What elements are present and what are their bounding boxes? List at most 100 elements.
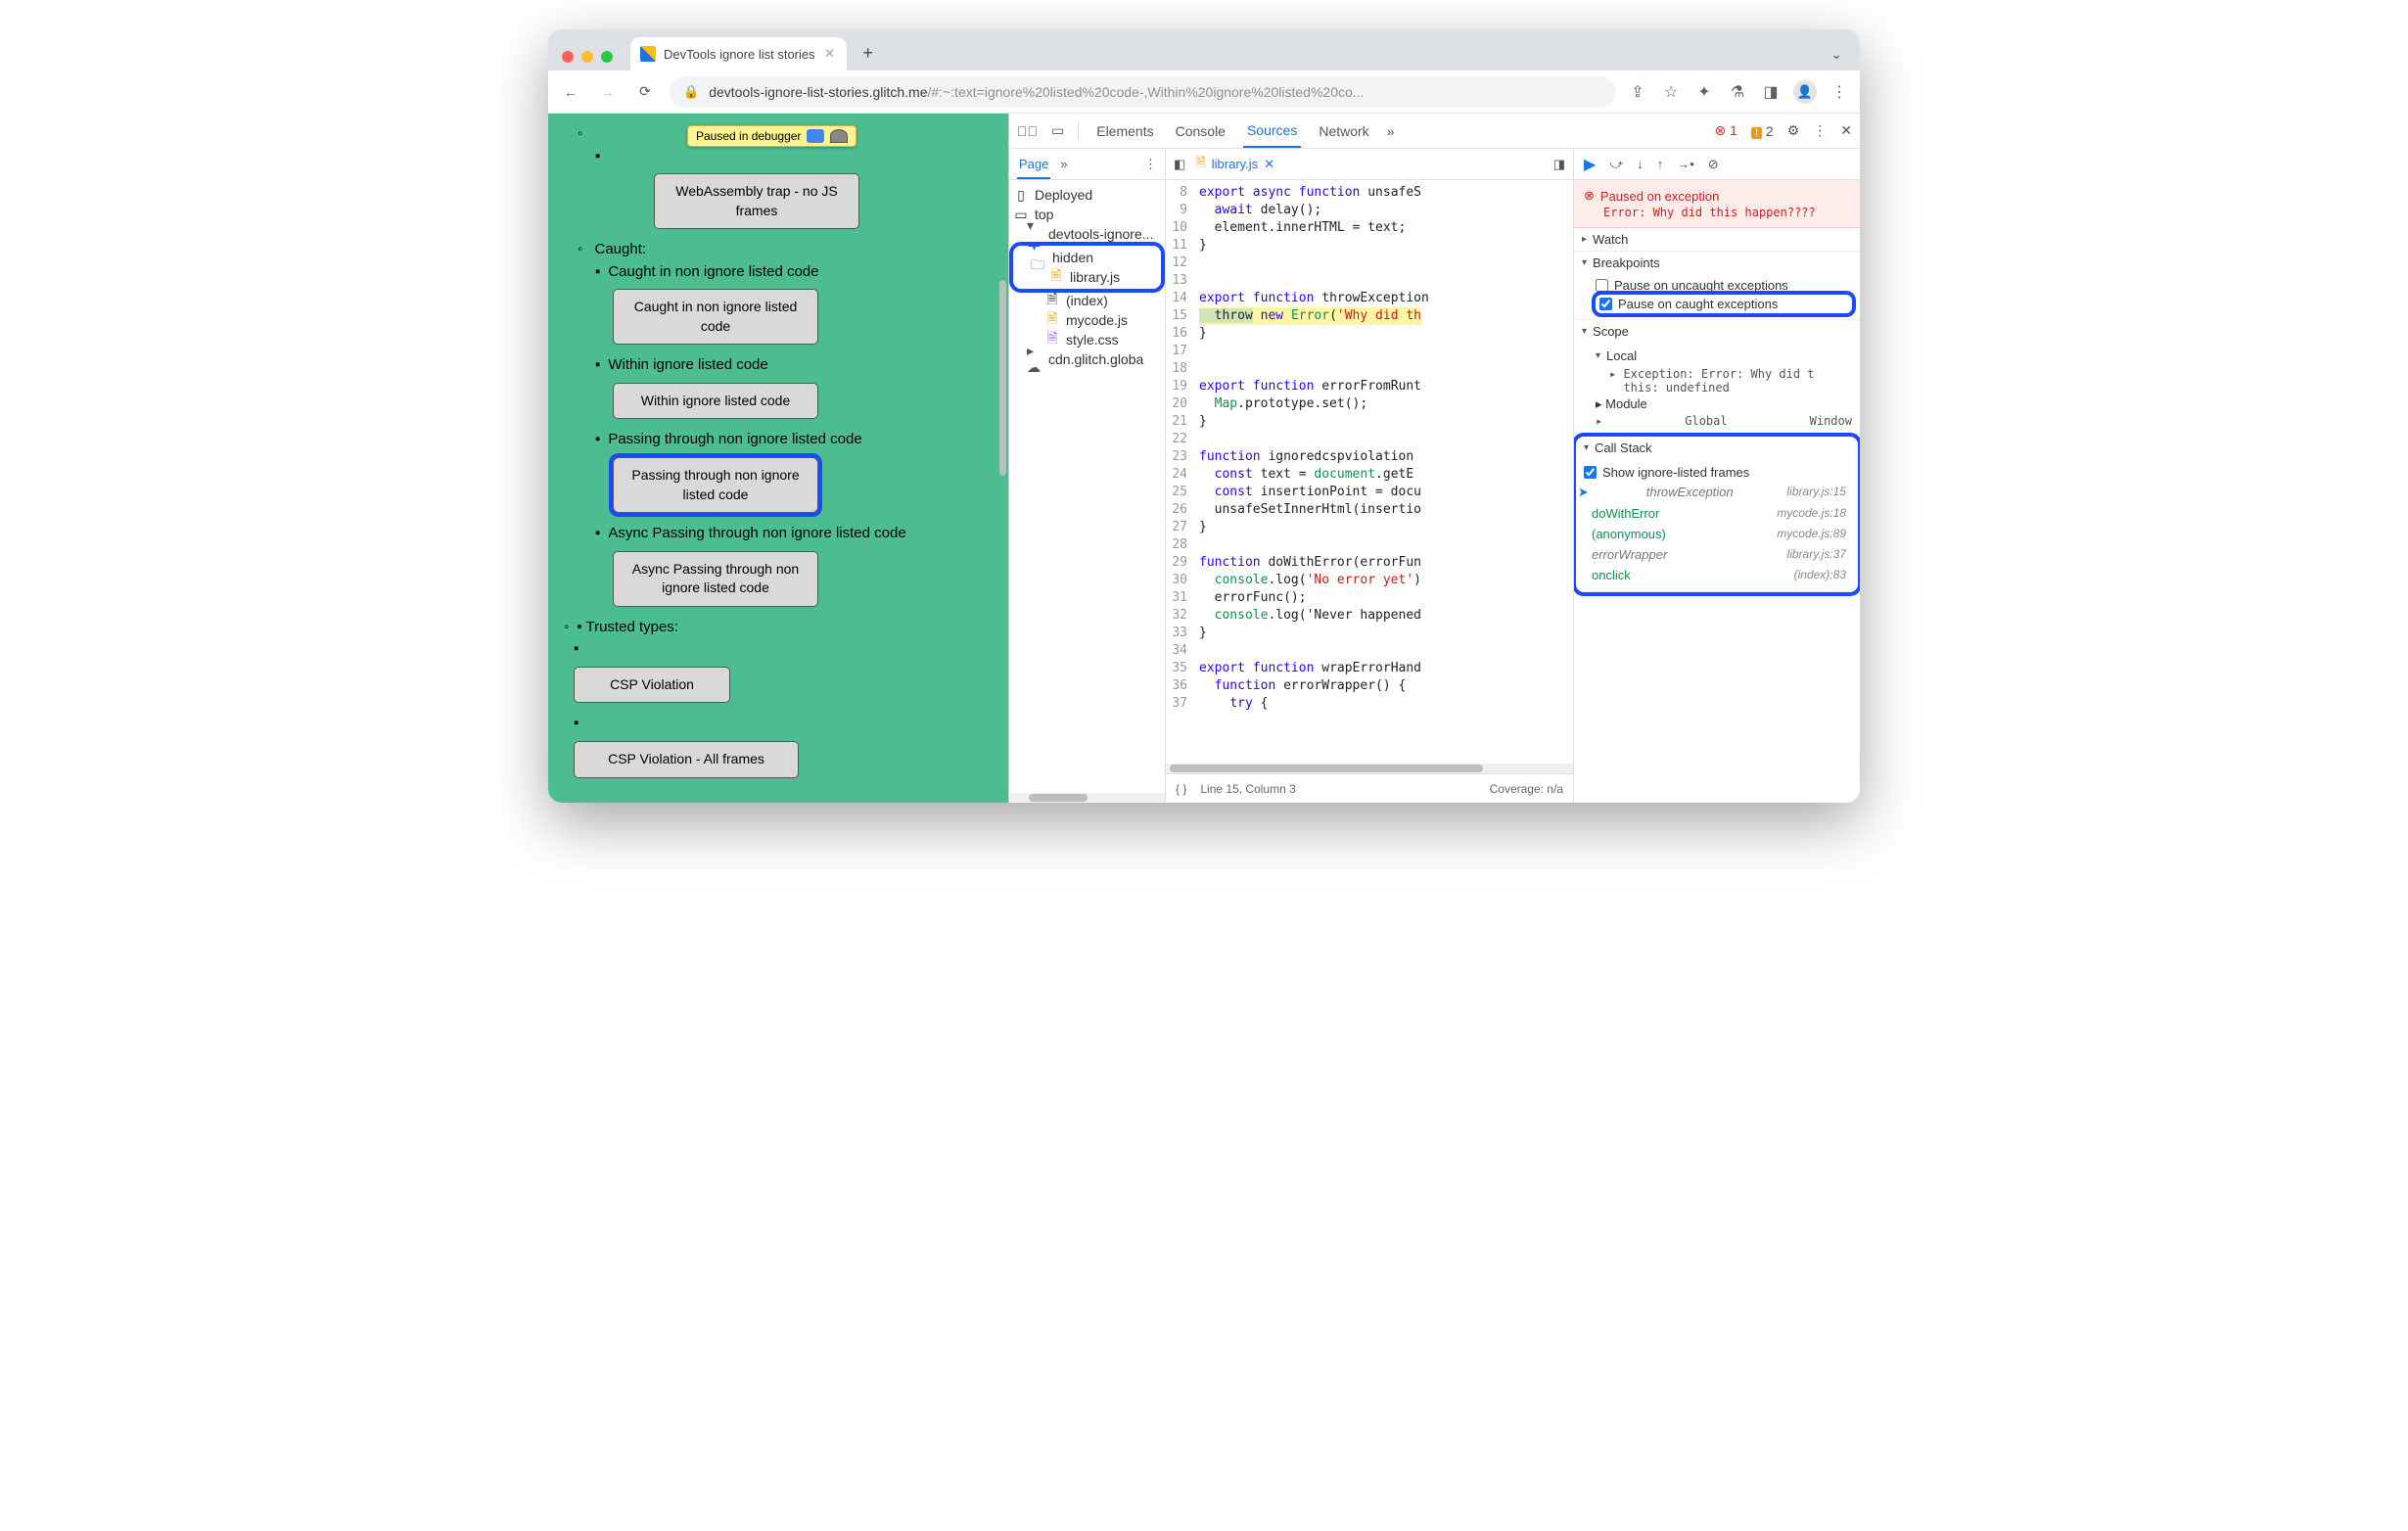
navigator-menu-button[interactable]: ⋮ — [1144, 157, 1157, 172]
extensions-icon[interactable]: ✦ — [1693, 82, 1715, 102]
tree-folder-hidden[interactable]: ▾🗀hidden — [1017, 248, 1157, 267]
content-area: Paused in debugger WebAssembly trap - no… — [548, 114, 1860, 803]
browser-tab[interactable]: DevTools ignore list stories ✕ — [630, 37, 847, 70]
error-icon: ⊗ — [1584, 188, 1595, 204]
sidepanel-icon[interactable]: ◨ — [1760, 82, 1782, 102]
close-file-button[interactable]: ✕ — [1264, 157, 1274, 172]
file-icon: 🗎 — [1195, 154, 1205, 175]
scope-section[interactable]: Scope Local ▸ Exception: Error: Why did … — [1574, 320, 1860, 435]
tab-close-button[interactable]: ✕ — [823, 46, 837, 62]
show-ignore-listed-checkbox[interactable]: Show ignore-listed frames — [1584, 463, 1854, 482]
chrome-menu-button[interactable]: ⋮ — [1829, 82, 1850, 102]
page-scrollbar[interactable] — [999, 280, 1006, 476]
url-bar: ← → ⟳ 🔒 devtools-ignore-list-stories.gli… — [548, 70, 1860, 114]
page-button[interactable]: CSP Violation - All frames — [574, 741, 799, 778]
maximize-window-button[interactable] — [601, 51, 613, 63]
devtools-menu-button[interactable]: ⋮ — [1813, 122, 1827, 139]
page-button-highlighted[interactable]: Passing through non ignore listed code — [613, 457, 818, 513]
share-icon[interactable]: ⇪ — [1627, 82, 1648, 102]
file-tree: ▯Deployed ▭top ▾☁devtools-ignore... ▾🗀hi… — [1009, 180, 1165, 374]
paused-in-debugger-overlay: Paused in debugger — [687, 125, 857, 147]
step-into-button[interactable]: ↓ — [1637, 157, 1644, 171]
more-tabs-button[interactable]: » — [1387, 123, 1395, 139]
paused-label: Paused in debugger — [696, 129, 801, 143]
lock-icon: 🔒 — [683, 84, 699, 100]
more-navigator-tabs[interactable]: » — [1060, 157, 1067, 171]
callstack-frame[interactable]: onclick(index):83 — [1584, 565, 1854, 585]
tabs-menu-button[interactable]: ⌄ — [1830, 46, 1842, 63]
close-window-button[interactable] — [562, 51, 574, 63]
step-over-icon[interactable] — [830, 129, 848, 143]
callstack-frame[interactable]: (anonymous)mycode.js:89 — [1584, 524, 1854, 544]
toolbar-icons: ⇪ ☆ ✦ ⚗ ◨ 👤 ⋮ — [1627, 80, 1850, 104]
tab-strip: DevTools ignore list stories ✕ + ⌄ — [548, 29, 1860, 70]
inspect-icon[interactable]: ▯⃕ — [1017, 123, 1038, 139]
devtools-body: Page » ⋮ ▯Deployed ▭top ▾☁devtools-ignor… — [1009, 149, 1860, 803]
tab-elements[interactable]: Elements — [1092, 116, 1157, 147]
exception-message: Error: Why did this happen???? — [1584, 204, 1850, 219]
caught-heading: Caught: — [595, 241, 647, 257]
settings-icon[interactable]: ⚙ — [1787, 122, 1800, 139]
tree-domain-cdn[interactable]: ▸☁cdn.glitch.globa — [1013, 349, 1161, 369]
tree-file-index[interactable]: 🗎(index) — [1013, 291, 1161, 310]
list-item: Async Passing through non ignore listed … — [608, 525, 905, 541]
page-button[interactable]: WebAssembly trap - no JS frames — [654, 173, 859, 229]
tab-sources[interactable]: Sources — [1243, 115, 1301, 148]
tab-network[interactable]: Network — [1315, 116, 1372, 147]
code-area[interactable]: 8 9 10 11 12 13 14 15 16 17 18 19 20 21 … — [1166, 180, 1573, 764]
warn-count[interactable]: ! 2 — [1751, 123, 1774, 139]
tab-console[interactable]: Console — [1172, 116, 1229, 147]
scope-this: this: undefined — [1609, 381, 1852, 394]
step-out-button[interactable]: ↑ — [1657, 157, 1664, 171]
navigator-scrollbar[interactable] — [1009, 793, 1165, 803]
toggle-debugger-button[interactable]: ◨ — [1553, 157, 1565, 172]
tree-group-deployed[interactable]: ▯Deployed — [1013, 185, 1161, 205]
device-mode-icon[interactable]: ▭ — [1051, 122, 1064, 139]
breakpoints-section[interactable]: Breakpoints Pause on uncaught exceptions… — [1574, 252, 1860, 320]
debugger-sidebar: ▶ ⤻ ↓ ↑ →• ⊘ ⊗Paused on exception Error:… — [1574, 149, 1860, 803]
url-rest: /#:~:text=ignore%20listed%20code-,Within… — [928, 84, 1365, 100]
reload-button[interactable]: ⟳ — [632, 79, 658, 105]
page-button[interactable]: Within ignore listed code — [613, 383, 818, 420]
back-button[interactable]: ← — [558, 79, 583, 105]
callstack-frame[interactable]: errorWrapperlibrary.js:37 — [1584, 544, 1854, 565]
navigator-tabs: Page » ⋮ — [1009, 149, 1165, 180]
address-bar[interactable]: 🔒 devtools-ignore-list-stories.glitch.me… — [670, 76, 1615, 108]
devtools-panel: ▯⃕ ▭ Elements Console Sources Network » … — [1008, 114, 1860, 803]
page-button[interactable]: CSP Violation — [574, 667, 730, 704]
scope-exception: ▸ Exception: Error: Why did t — [1609, 367, 1852, 381]
callstack-frame[interactable]: doWithErrormycode.js:18 — [1584, 503, 1854, 524]
browser-window: DevTools ignore list stories ✕ + ⌄ ← → ⟳… — [548, 29, 1860, 803]
new-tab-button[interactable]: + — [855, 39, 882, 67]
tree-file-mycode[interactable]: 🗎mycode.js — [1013, 310, 1161, 330]
bookmark-icon[interactable]: ☆ — [1660, 82, 1682, 102]
minimize-window-button[interactable] — [581, 51, 593, 63]
navigator-page-tab[interactable]: Page — [1017, 151, 1050, 179]
pretty-print-button[interactable]: { } — [1176, 782, 1186, 796]
pause-caught-checkbox[interactable]: Pause on caught exceptions — [1596, 295, 1852, 313]
list-item: Within ignore listed code — [608, 356, 767, 373]
callstack-section[interactable]: Call Stack Show ignore-listed frames thr… — [1576, 437, 1858, 592]
resume-button[interactable]: ▶ — [1584, 155, 1596, 174]
close-devtools-button[interactable]: ✕ — [1840, 122, 1852, 139]
step-over-button[interactable]: ⤻ — [1609, 157, 1623, 172]
url-domain: devtools-ignore-list-stories.glitch.me — [709, 84, 927, 100]
list-item: Caught in non ignore listed code — [608, 263, 818, 280]
callstack-frame[interactable]: throwExceptionlibrary.js:15 — [1584, 482, 1854, 503]
profile-avatar[interactable]: 👤 — [1793, 80, 1817, 104]
page-button[interactable]: Async Passing through non ignore listed … — [613, 551, 818, 607]
resume-icon[interactable] — [807, 129, 824, 143]
step-button[interactable]: →• — [1677, 157, 1694, 171]
labs-icon[interactable]: ⚗ — [1727, 82, 1748, 102]
list-item: Passing through non ignore listed code — [608, 431, 861, 447]
page-button[interactable]: Caught in non ignore listed code — [613, 289, 818, 345]
editor-scrollbar[interactable] — [1166, 764, 1573, 773]
toggle-navigator-button[interactable]: ◧ — [1174, 157, 1185, 172]
pause-uncaught-checkbox[interactable]: Pause on uncaught exceptions — [1596, 276, 1852, 295]
watch-section[interactable]: Watch — [1574, 228, 1860, 252]
forward-button[interactable]: → — [595, 79, 621, 105]
editor-tab-library[interactable]: 🗎 library.js ✕ — [1195, 154, 1274, 175]
deactivate-breakpoints-button[interactable]: ⊘ — [1708, 157, 1719, 172]
error-count[interactable]: ⊗ 1 — [1715, 122, 1737, 139]
coverage-status: Coverage: n/a — [1490, 782, 1563, 796]
